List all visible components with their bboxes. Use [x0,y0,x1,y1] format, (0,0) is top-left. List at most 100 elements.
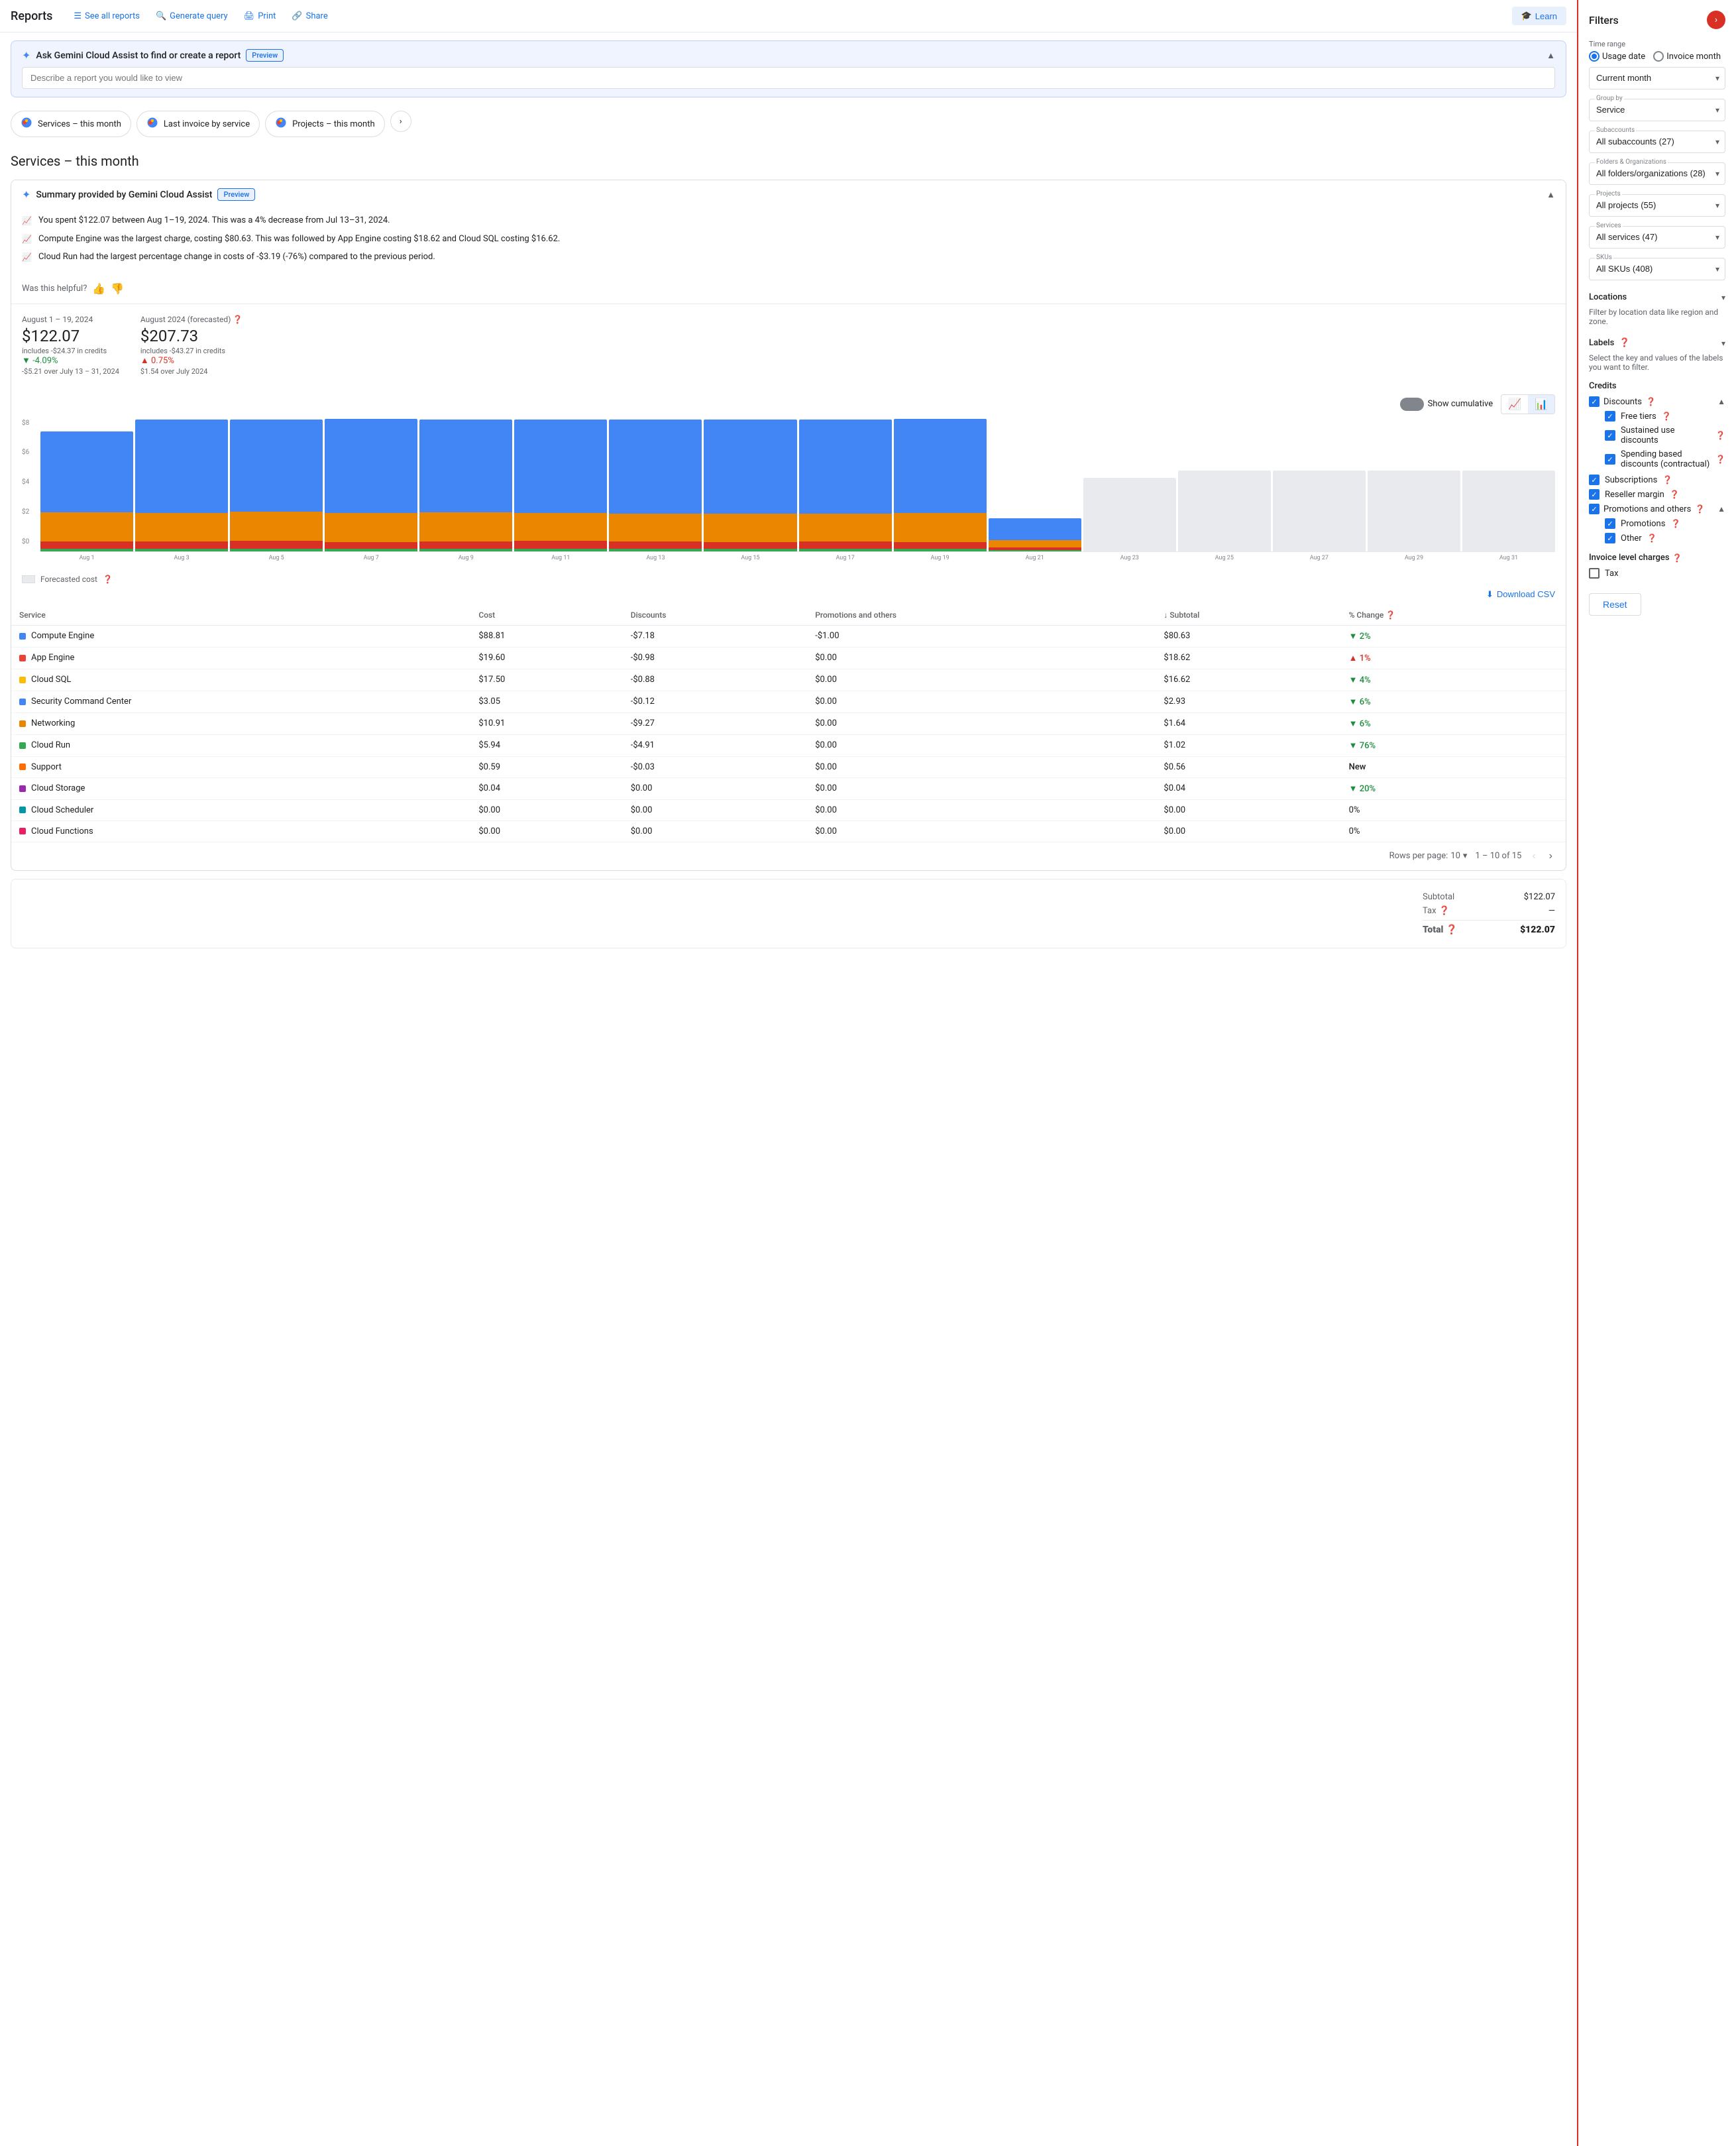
time-range-radio-group: Usage date Invoice month [1589,51,1725,62]
help-icon-sustained[interactable]: ❓ [1715,431,1725,440]
discounts-chevron-up-icon[interactable]: ▲ [1717,397,1725,406]
help-icon-promotions[interactable]: ❓ [1695,504,1705,514]
table-cell-subtotal: $16.62 [1156,669,1340,691]
table-cell-promos: $0.00 [807,756,1156,777]
generate-query-link[interactable]: 🔍 Generate query [156,11,228,21]
download-csv-button[interactable]: ⬇ Download CSV [1486,589,1555,600]
help-icon-labels[interactable]: ❓ [1619,338,1630,348]
gemini-input[interactable] [22,67,1555,89]
promotions-checkbox[interactable] [1589,504,1600,514]
subaccounts-select[interactable]: All subaccounts (27) [1596,137,1706,146]
promotions-item: Promotions ❓ [1605,518,1725,529]
bar-group [1273,420,1366,551]
table-cell-change: 0% [1341,820,1566,842]
pagination-next-button[interactable]: › [1546,848,1555,865]
bar-segment-red [135,541,228,549]
chart-x-label: Aug 11 [514,555,607,561]
table-cell-change: ▲ 1% [1341,647,1566,669]
sustained-use-checkbox[interactable] [1605,430,1615,441]
promotions-chevron-up-icon[interactable]: ▲ [1717,504,1725,514]
chart-x-label: Aug 5 [230,555,323,561]
subscriptions-checkbox[interactable] [1589,475,1600,485]
help-icon-discounts[interactable]: ❓ [1646,397,1656,406]
subscriptions-item: Subscriptions ❓ [1589,475,1725,485]
quick-tab-services[interactable]: Services – this month [11,111,131,137]
chevron-up-icon[interactable]: ▲ [1546,50,1555,61]
cumulative-switch[interactable] [1400,398,1424,411]
quick-tab-projects[interactable]: Projects – this month [265,111,385,137]
gemini-star-icon: ✦ [22,49,30,62]
help-icon-forecast-legend[interactable]: ❓ [103,575,113,584]
print-link[interactable]: 🖨 Print [244,11,276,21]
radio-usage-date[interactable]: Usage date [1589,51,1645,62]
rows-per-page-dropdown-icon[interactable]: ▾ [1463,851,1468,861]
help-icon-invoice-level[interactable]: ❓ [1672,553,1682,563]
reset-button[interactable]: Reset [1589,593,1641,616]
see-all-reports-link[interactable]: ☰ See all reports [74,11,140,21]
help-icon-free-tiers[interactable]: ❓ [1662,412,1672,421]
summary-collapse-icon[interactable]: ▲ [1546,190,1555,200]
help-icon-spending[interactable]: ❓ [1715,455,1725,464]
help-icon-promotions-sub[interactable]: ❓ [1670,519,1680,528]
chart-x-label: Aug 3 [135,555,228,561]
table-cell-discounts: -$0.03 [623,756,808,777]
bar-segment-green [325,549,417,551]
help-icon-change[interactable]: ❓ [1385,610,1395,620]
bar-segment-blue [40,431,133,512]
labels-collapsible[interactable]: Labels ❓ ▾ [1589,335,1725,351]
service-color-dot [19,677,26,683]
group-by-select[interactable]: Service [1596,105,1706,115]
folders-orgs-select[interactable]: All folders/organizations (28) [1596,168,1706,178]
bar-segment-red [230,541,323,549]
forecast-legend: Forecasted cost ❓ [11,569,1566,584]
service-color-dot [19,655,26,661]
help-icon-tax[interactable]: ❓ [1439,906,1450,916]
app-title: Reports [11,9,52,23]
filters-collapse-button[interactable]: › [1707,11,1725,29]
current-month-select[interactable]: Current month [1596,73,1706,83]
col-subtotal[interactable]: ↓ Subtotal [1156,605,1340,626]
discounts-checkbox[interactable] [1589,396,1600,407]
line-chart-button[interactable]: 📈 [1501,395,1528,414]
skus-select[interactable]: All SKUs (408) [1596,264,1706,274]
tabs-scroll-right[interactable]: › [390,111,411,132]
locations-collapsible[interactable]: Locations ▾ [1589,290,1725,305]
bar-chart-button[interactable]: 📊 [1528,395,1554,414]
table-cell-change: ▼ 20% [1341,777,1566,799]
radio-invoice-month[interactable]: Invoice month [1653,51,1721,62]
pagination-prev-button[interactable]: ‹ [1529,848,1538,865]
tax-checkbox[interactable] [1589,568,1600,579]
show-cumulative-toggle[interactable]: Show cumulative [1400,398,1493,411]
services-select[interactable]: All services (47) [1596,232,1706,242]
help-icon-forecast[interactable]: ❓ [233,315,243,324]
help-icon-subscriptions[interactable]: ❓ [1662,475,1672,484]
help-icon-reseller[interactable]: ❓ [1670,490,1680,499]
filter-skus: SKUs All SKUs (408) [1589,258,1725,280]
free-tiers-item: Free tiers ❓ [1605,411,1725,422]
spending-based-checkbox[interactable] [1605,454,1615,465]
help-icon-other[interactable]: ❓ [1647,534,1657,543]
bar-group [1462,420,1555,551]
table-cell-subtotal: $0.04 [1156,777,1340,799]
thumbs-down-button[interactable]: 👎 [111,282,124,296]
share-icon: 🔗 [292,11,302,21]
projects-select[interactable]: All projects (55) [1596,200,1706,210]
learn-button[interactable]: 🎓 Learn [1512,7,1566,25]
folders-orgs-select-wrapper: Folders & Organizations All folders/orga… [1589,162,1725,185]
pagination-bar: Rows per page: 10 ▾ 1 – 10 of 15 ‹ › [11,842,1566,870]
help-icon-total[interactable]: ❓ [1446,925,1457,935]
share-link[interactable]: 🔗 Share [292,11,327,21]
table-cell-cost: $10.91 [470,712,622,734]
services-select-wrapper: Services All services (47) [1589,226,1725,249]
thumbs-up-button[interactable]: 👍 [92,282,105,296]
bar-segment-blue [230,420,323,512]
stat-period1: August 1 – 19, 2024 $122.07 includes -$2… [22,315,119,376]
free-tiers-checkbox[interactable] [1605,411,1615,422]
quick-tab-invoice[interactable]: Last invoice by service [136,111,260,137]
other-checkbox[interactable] [1605,533,1615,543]
reseller-margin-checkbox[interactable] [1589,489,1600,500]
bar-segment-blue [609,420,702,514]
bar-segment-orange [799,514,892,541]
promotions-sub-checkbox[interactable] [1605,518,1615,529]
trend-icon-0: 📈 [22,215,32,227]
